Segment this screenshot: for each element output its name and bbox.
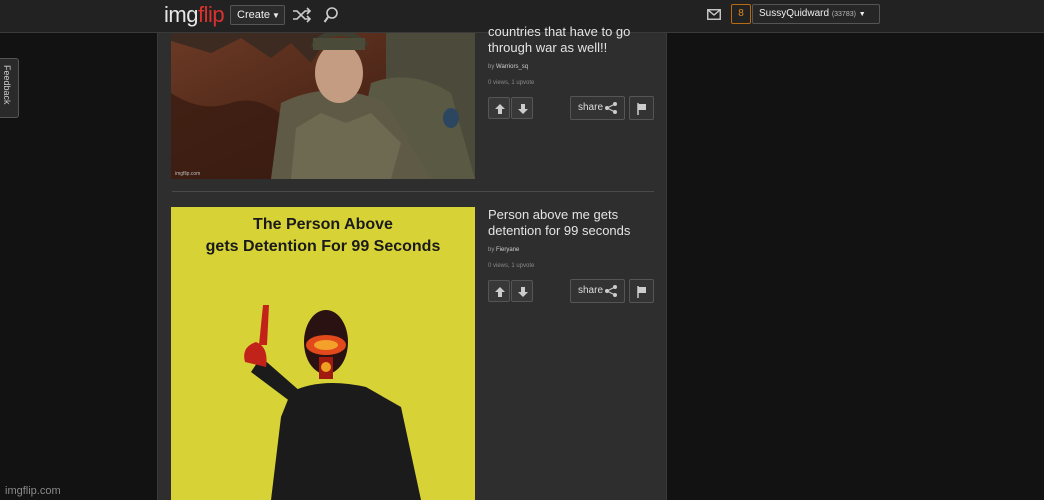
meme-stats: 0 views, 1 upvote [488,263,535,269]
user-menu-button[interactable]: SussyQuidward (33783) ▼ [752,4,880,24]
meme-title-line1: countries that have to go [488,24,631,39]
share-button[interactable]: share [570,96,625,120]
username: SussyQuidward [759,8,830,19]
arrow-up-icon [495,287,505,297]
upvote-button[interactable] [488,280,510,302]
caret-down-icon: ▼ [858,11,866,18]
mail-icon[interactable] [707,9,721,20]
meme-image-detention[interactable]: The Person Above gets Detention For 99 S… [171,207,475,500]
notification-count-badge[interactable]: 8 [731,4,751,24]
upvote-button[interactable] [488,97,510,119]
meme-caption-line2: gets Detention For 99 Seconds [206,238,441,255]
soldier-photo: imgflip.com [171,33,475,179]
flag-icon [637,286,646,298]
meme-title-line2: through war as well!! [488,40,608,55]
arrow-down-icon [518,104,528,114]
author-link[interactable]: Warriors_sq [496,64,528,70]
image-watermark: imgflip.com [175,171,200,177]
arrow-up-icon [495,104,505,114]
feedback-tab[interactable]: Feedback [0,58,19,118]
imgflip-logo[interactable]: imgflip [164,2,225,27]
share-icon [605,102,617,114]
share-label: share [578,285,604,296]
downvote-button[interactable] [511,280,533,302]
by-label: by [488,247,495,253]
flag-icon [637,103,646,115]
search-icon[interactable] [323,6,339,24]
caret-down-icon: ▼ [272,11,280,20]
meme-author: by Warriors_sq [488,64,528,70]
arrow-down-icon [518,287,528,297]
meme-author: by Fieryane [488,247,519,253]
meme-caption-line1: The Person Above [253,216,393,233]
imgflip-watermark: imgflip.com [5,485,61,497]
by-label: by [488,64,495,70]
create-button[interactable]: Create ▼ [230,5,285,25]
share-button[interactable]: share [570,279,625,303]
meme-title[interactable]: countries that have to go through war as… [488,24,653,56]
create-label: Create [237,9,271,21]
meme-stats: 0 views, 1 upvote [488,80,535,86]
flag-button[interactable] [629,96,654,120]
logo-text-img: img [164,2,198,27]
meme-title[interactable]: Person above me gets detention for 99 se… [488,207,653,239]
detention-meme-art: The Person Above gets Detention For 99 S… [171,207,475,500]
flag-button[interactable] [629,279,654,303]
share-label: share [578,102,604,113]
share-icon [605,285,617,297]
downvote-button[interactable] [511,97,533,119]
logo-text-flip: flip [197,2,225,27]
feedback-label: Feedback [2,65,12,105]
user-points: (33783) [831,11,856,18]
meme-stream: imgflip.com countries that have to go th… [157,24,667,500]
post-divider [172,191,654,192]
shuffle-icon[interactable] [292,7,312,23]
author-link[interactable]: Fieryane [496,247,519,253]
meme-image-soldier[interactable]: imgflip.com [171,33,475,179]
